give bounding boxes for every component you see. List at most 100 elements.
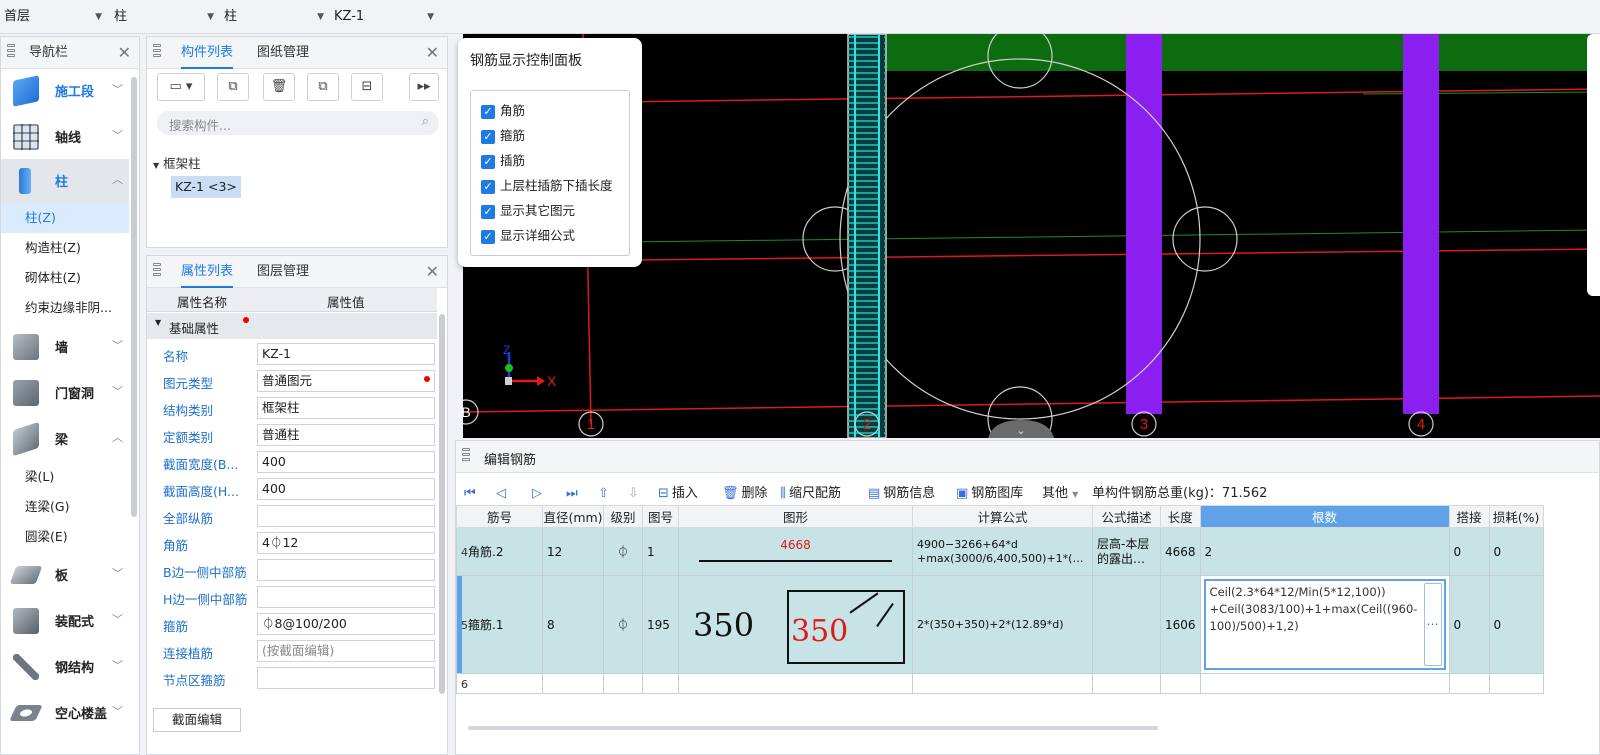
nav-category-prefab[interactable]: 装配式 ﹀	[1, 599, 129, 643]
rebar-info-button[interactable]: ▤ 钢筋信息	[868, 483, 935, 505]
floor-select[interactable]: 首层 ▼	[0, 4, 106, 30]
cell-formula-desc[interactable]	[1092, 575, 1161, 674]
save-component-button[interactable]: ⊟	[351, 73, 383, 101]
cell-diameter[interactable]: 8	[542, 575, 604, 674]
nav-category-steel[interactable]: 钢结构 ﹀	[1, 645, 129, 689]
property-value-field[interactable]: 框架柱	[257, 397, 435, 419]
property-row[interactable]: 定额类别 普通柱	[147, 421, 437, 448]
cell-empty[interactable]	[642, 673, 679, 694]
tab-property-list[interactable]: 属性列表	[181, 256, 234, 288]
delete-button[interactable]: 🗑 删除	[722, 483, 768, 505]
cell-count[interactable]: 2	[1199, 527, 1450, 576]
col-header-formula-desc[interactable]: 公式描述	[1092, 505, 1161, 528]
nav-category-slab[interactable]: 板 ﹀	[1, 553, 129, 597]
checkbox-checked-icon[interactable]: ✓	[481, 129, 495, 144]
move-up-button[interactable]: ⇧	[598, 483, 612, 505]
property-value-field[interactable]: (按截面编辑)	[257, 640, 435, 662]
cell-length[interactable]: 4668	[1160, 527, 1201, 576]
drag-handle-icon[interactable]	[7, 44, 17, 62]
more-button[interactable]: ⋯	[1423, 583, 1442, 666]
nav-item-masonry-column[interactable]: 砌体柱(Z)	[1, 263, 129, 293]
cell-empty[interactable]	[1199, 673, 1450, 694]
checkbox-checked-icon[interactable]: ✓	[481, 154, 495, 169]
property-value-field[interactable]: 普通图元	[257, 370, 435, 392]
cell-empty[interactable]	[542, 673, 604, 694]
display-option-checkbox[interactable]: ✓ 显示详细公式	[481, 226, 575, 246]
col-header-bar-number[interactable]: 筋号	[456, 505, 543, 528]
col-header-length[interactable]: 长度	[1160, 505, 1201, 528]
display-option-checkbox[interactable]: ✓ 显示其它图元	[481, 201, 575, 221]
checkbox-checked-icon[interactable]: ✓	[481, 179, 495, 194]
tree-item-kz1[interactable]: KZ-1 <3>	[171, 176, 241, 198]
cell-empty[interactable]	[1160, 673, 1201, 694]
cell-bar-number[interactable]: 6	[456, 673, 543, 694]
col-header-formula[interactable]: 计算公式	[912, 505, 1093, 528]
property-row[interactable]: 截面高度(H... 400	[147, 475, 437, 502]
nav-category-column[interactable]: 柱 ︿	[1, 159, 129, 203]
nav-category-door-window[interactable]: 门窗洞 ﹀	[1, 371, 129, 415]
cell-empty[interactable]	[1448, 673, 1490, 694]
property-value-field[interactable]	[257, 505, 435, 527]
component-select[interactable]: KZ-1 ▼	[330, 4, 438, 30]
tree-node-frame-column[interactable]: ▼ 框架柱	[153, 153, 201, 172]
new-component-button[interactable]: ▭ ▾	[157, 73, 205, 101]
property-group-basic[interactable]: ▼ 基础属性	[147, 313, 437, 339]
cell-bar-number[interactable]: 5箍筋.1	[456, 575, 543, 674]
checkbox-checked-icon[interactable]: ✓	[481, 104, 495, 119]
cell-bar-number[interactable]: 4角筋.2	[456, 527, 543, 576]
col-header-count[interactable]: 根数	[1199, 505, 1450, 528]
nav-category-axis[interactable]: 轴线 ﹀	[1, 115, 129, 159]
col-header-shape[interactable]: 图形	[678, 505, 913, 528]
table-row[interactable]: 5箍筋.1 8 ⏀ 195 350 350 2*(350+350)+2*(12.…	[456, 575, 1544, 674]
cell-length[interactable]: 1606	[1160, 575, 1201, 674]
display-option-checkbox[interactable]: ✓ 上层柱插筋下插长度	[481, 176, 613, 196]
scale-rebar-button[interactable]: ⫼ 缩尺配筋	[780, 483, 841, 505]
last-record-button[interactable]: ⏭	[566, 483, 581, 505]
copy-component-button[interactable]: ⧉	[217, 73, 249, 101]
cell-lap[interactable]: 0	[1448, 575, 1490, 674]
checkbox-checked-icon[interactable]: ✓	[481, 204, 495, 219]
drag-handle-icon[interactable]	[153, 263, 163, 281]
property-row[interactable]: 图元类型 普通图元	[147, 367, 437, 394]
cell-empty[interactable]	[603, 673, 643, 694]
horizontal-scrollbar[interactable]	[468, 726, 1158, 730]
close-icon[interactable]: ✕	[426, 43, 439, 62]
search-input[interactable]: 搜索构件... ⌕	[157, 111, 439, 135]
property-value-field[interactable]	[257, 586, 435, 608]
duplicate-layer-button[interactable]: ⧉	[307, 73, 339, 101]
tab-component-list[interactable]: 构件列表	[181, 37, 234, 69]
nav-item-beam-l[interactable]: 梁(L)	[1, 462, 129, 492]
nav-category-hollow-floor[interactable]: 空心楼盖 ﹀	[1, 691, 129, 735]
property-row[interactable]: 名称 KZ-1	[147, 340, 437, 367]
more-tools-button[interactable]: ▸▸	[409, 73, 439, 101]
property-row[interactable]: B边一侧中部筋	[147, 556, 437, 583]
display-option-checkbox[interactable]: ✓ 插筋	[481, 151, 525, 171]
orbit-handle[interactable]	[1172, 206, 1238, 272]
cell-empty[interactable]	[912, 673, 1093, 694]
display-option-checkbox[interactable]: ✓ 箍筋	[481, 126, 525, 146]
cell-loss[interactable]: 0	[1488, 527, 1544, 576]
property-scrollbar[interactable]	[439, 314, 445, 694]
first-record-button[interactable]: ⏮	[464, 483, 479, 505]
other-menu-button[interactable]: 其他 ▼	[1042, 483, 1078, 505]
tab-drawing-management[interactable]: 图纸管理	[257, 37, 309, 69]
property-row[interactable]: 全部纵筋	[147, 502, 437, 529]
nav-item-constraint-edge[interactable]: 约束边缘非阴...	[1, 293, 129, 323]
drag-handle-icon[interactable]	[462, 448, 472, 466]
property-row[interactable]: 节点区箍筋	[147, 664, 437, 691]
cell-empty[interactable]	[1488, 673, 1544, 694]
drag-handle-icon[interactable]	[153, 44, 163, 62]
property-row[interactable]: 结构类别 框架柱	[147, 394, 437, 421]
cell-grade[interactable]: ⏀	[603, 527, 643, 576]
property-row[interactable]: 箍筋 ⏀8@100/200	[147, 610, 437, 637]
col-header-diameter[interactable]: 直径(mm)	[542, 505, 604, 528]
display-option-checkbox[interactable]: ✓ 角筋	[481, 101, 525, 121]
cell-loss[interactable]: 0	[1488, 575, 1544, 674]
col-header-figure-no[interactable]: 图号	[642, 505, 679, 528]
element-type-select[interactable]: 柱 ▼	[110, 4, 218, 30]
col-header-lap[interactable]: 搭接	[1448, 505, 1490, 528]
property-value-field[interactable]: 400	[257, 451, 435, 473]
previous-record-button[interactable]: ◁	[496, 483, 509, 505]
nav-item-link-beam[interactable]: 连梁(G)	[1, 492, 129, 522]
rebar-library-button[interactable]: ▣ 钢筋图库	[956, 483, 1023, 505]
